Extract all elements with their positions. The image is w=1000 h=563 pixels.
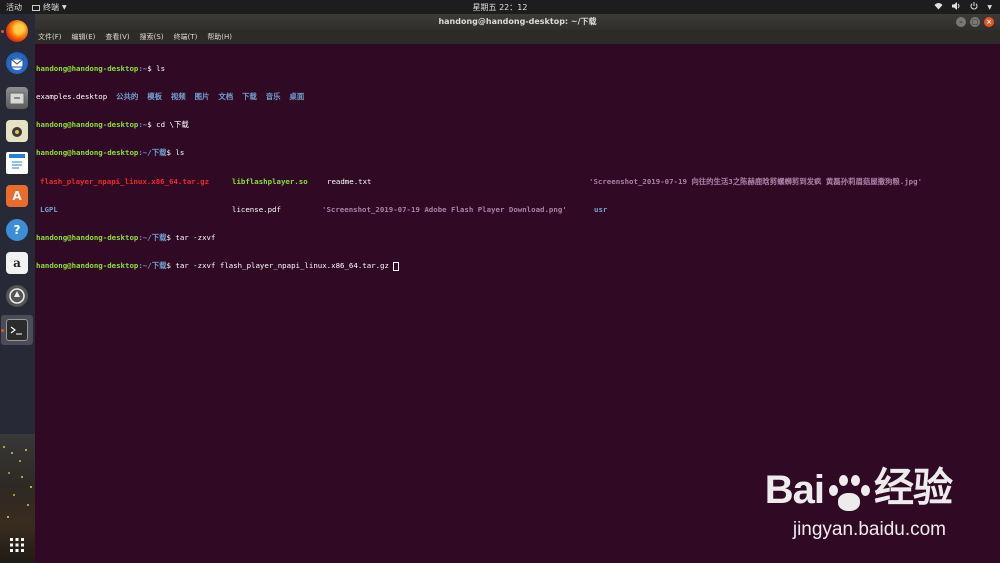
menu-view[interactable]: 查看(V) (105, 30, 129, 44)
terminal-line: handong@handong-desktop:~$ ls (36, 63, 166, 73)
terminal-line: handong@handong-desktop:~$ cd \下载 (36, 120, 189, 130)
thunderbird-icon[interactable] (6, 52, 28, 74)
terminal-line: handong@handong-desktop:~/下载$ ls (36, 148, 185, 158)
files-icon[interactable] (6, 87, 28, 109)
rhythmbox-icon[interactable] (6, 120, 28, 142)
terminal-line: examples.desktop 公共的 模板 视频 图片 文档 下载 音乐 桌… (36, 92, 305, 102)
help-icon[interactable]: ? (6, 219, 28, 241)
terminal-line: handong@handong-desktop:~/下载$ tar -zxvf (36, 233, 216, 243)
menu-file[interactable]: 文件(F) (38, 30, 62, 44)
watermark-logo-left: Bai (764, 468, 825, 512)
software-updater-icon[interactable] (6, 285, 28, 307)
amazon-icon[interactable]: a (6, 252, 28, 274)
terminal-icon[interactable] (6, 319, 28, 341)
menu-search[interactable]: 搜索(S) (140, 30, 164, 44)
clock[interactable]: 星期五 22：12 (473, 3, 528, 12)
watermark-logo: Bai 经验 (764, 455, 953, 513)
minimize-button[interactable]: – (956, 17, 966, 27)
window-titlebar[interactable]: handong@handong-desktop: ~/下载 – □ × (35, 14, 1000, 30)
window-title: handong@handong-desktop: ~/下载 (438, 17, 597, 26)
close-button[interactable]: × (984, 17, 994, 27)
amazon-glyph: a (13, 256, 21, 270)
software-center-icon[interactable]: A (6, 185, 28, 207)
network-icon[interactable] (934, 2, 943, 12)
system-menu-chevron-icon[interactable]: ▼ (987, 4, 992, 11)
help-glyph: ? (13, 223, 21, 237)
top-bar: 活动 终端 ▼ 星期五 22：12 ▼ (0, 0, 1000, 14)
dock: A ? a (0, 14, 35, 563)
paw-icon (826, 473, 872, 513)
power-icon[interactable] (970, 2, 978, 12)
terminal-line: handong@handong-desktop:~/下载$ tar -zxvf … (36, 261, 993, 271)
menu-terminal[interactable]: 终端(T) (174, 30, 198, 44)
terminal-scrollbar[interactable] (993, 44, 1000, 563)
menu-bar: 文件(F) 编辑(E) 查看(V) 搜索(S) 终端(T) 帮助(H) (35, 30, 1000, 44)
terminal-line: LGPL license.pdf 'Screenshot_2019-07-19 Ad… (40, 204, 608, 214)
text-cursor (393, 261, 400, 271)
store-glyph: A (12, 189, 22, 203)
volume-icon[interactable] (952, 2, 961, 12)
watermark-logo-right: 经验 (874, 466, 953, 510)
watermark-url: jingyan.baidu.com (792, 519, 946, 540)
menu-help[interactable]: 帮助(H) (207, 30, 232, 44)
show-applications-icon[interactable] (6, 534, 28, 556)
libreoffice-writer-icon[interactable] (6, 152, 28, 174)
terminal-line: flash_player_npapi_linux.x86_64.tar.gz li… (40, 176, 923, 186)
running-indicator (1, 30, 4, 33)
maximize-button[interactable]: □ (970, 17, 980, 27)
firefox-icon[interactable] (6, 20, 28, 42)
menu-edit[interactable]: 编辑(E) (72, 30, 96, 44)
baidu-jingyan-watermark: Bai 经验 jingyan.baidu.com (764, 455, 953, 540)
running-indicator (1, 329, 4, 332)
